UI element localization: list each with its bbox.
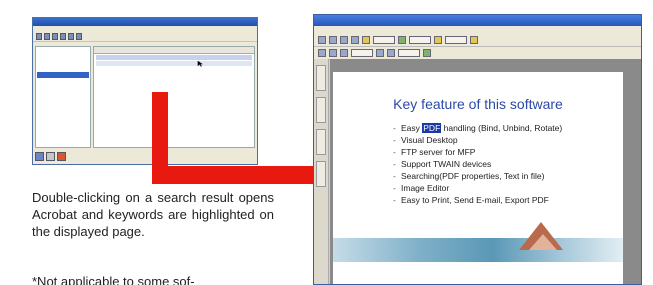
feature-text: FTP server for MFP [401, 147, 476, 157]
save-icon[interactable] [329, 36, 337, 44]
combine-icon[interactable] [398, 36, 406, 44]
feature-item: Searching(PDF properties, Text in file) [393, 170, 562, 182]
feature-text: Easy [401, 123, 423, 133]
acrobat-titlebar [314, 15, 641, 26]
page-number-field[interactable] [398, 49, 420, 57]
pdf-page: Key feature of this software Easy PDF ha… [333, 72, 623, 284]
acrobat-menubar[interactable] [314, 26, 641, 34]
slide-title: Key feature of this software [393, 96, 563, 112]
side-tab-bookmarks[interactable] [316, 65, 326, 91]
page-next-icon[interactable] [387, 49, 395, 57]
export-button[interactable] [445, 36, 467, 44]
side-tab-attachments[interactable] [316, 161, 326, 187]
acrobat-toolbar-1 [314, 34, 641, 47]
sign-icon[interactable] [470, 36, 478, 44]
feature-text: Searching(PDF properties, Text in file) [401, 171, 545, 181]
feature-item: Image Editor [393, 182, 562, 194]
feature-text: Visual Desktop [401, 135, 458, 145]
side-tab-pages[interactable] [316, 97, 326, 123]
select-tool-icon[interactable] [329, 49, 337, 57]
search-icon[interactable] [362, 36, 370, 44]
create-pdf-button[interactable] [373, 36, 395, 44]
zoom-level-field[interactable] [351, 49, 373, 57]
feature-item: Support TWAIN devices [393, 158, 562, 170]
print-icon[interactable] [340, 36, 348, 44]
hand-tool-icon[interactable] [318, 49, 326, 57]
feature-text: Image Editor [401, 183, 450, 193]
email-icon[interactable] [351, 36, 359, 44]
navigation-side-tabs [314, 59, 329, 284]
feature-item: Easy to Print, Send E-mail, Export PDF [393, 194, 562, 206]
zoom-icon[interactable] [340, 49, 348, 57]
feature-item: Easy PDF handling (Bind, Unbind, Rotate) [393, 122, 562, 134]
feature-text: Support TWAIN devices [401, 159, 492, 169]
feature-list: Easy PDF handling (Bind, Unbind, Rotate)… [393, 122, 562, 206]
decorative-peak [529, 234, 557, 250]
combine-files-button[interactable] [409, 36, 431, 44]
feature-text: handling (Bind, Unbind, Rotate) [441, 123, 563, 133]
open-icon[interactable] [318, 36, 326, 44]
help-icon[interactable] [423, 49, 431, 57]
side-tab-layers[interactable] [316, 129, 326, 155]
feature-item: Visual Desktop [393, 134, 562, 146]
export-icon[interactable] [434, 36, 442, 44]
page-prev-icon[interactable] [376, 49, 384, 57]
highlighted-keyword: PDF [422, 123, 442, 133]
decorative-band [333, 238, 623, 262]
feature-text: Easy to Print, Send E-mail, Export PDF [401, 195, 549, 205]
feature-item: FTP server for MFP [393, 146, 562, 158]
